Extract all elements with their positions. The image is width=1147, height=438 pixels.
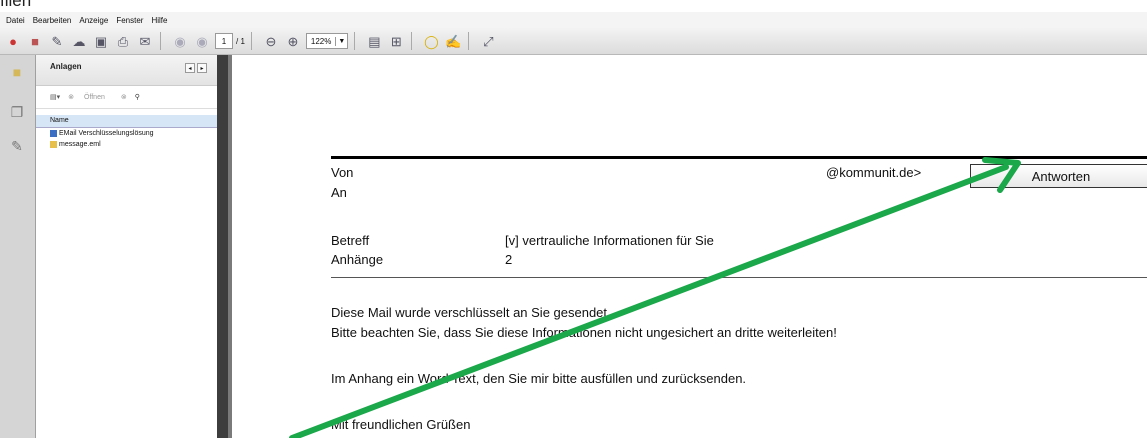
from-value: @kommunit.de> xyxy=(826,165,922,180)
to-label: An xyxy=(331,185,347,200)
zoom-value: 122% xyxy=(307,36,337,46)
fit-width-icon[interactable]: ⊞ xyxy=(387,32,405,50)
toolbar: ● ■ ✎ ☁ ▣ ⎙ ✉ ◉ ◉ 1 / 1 ⊖ ⊕ 122% ▼ ▤ ⊞ ◯… xyxy=(0,28,1147,55)
combine-icon[interactable]: ■ xyxy=(26,32,44,50)
page-total: / 1 xyxy=(236,36,245,46)
document-view: Von @kommunit.de> Antworten An Betreff [… xyxy=(232,55,1147,438)
panel-splitter[interactable] xyxy=(217,55,228,438)
print-icon[interactable]: ⎙ xyxy=(114,32,132,50)
highlight-icon[interactable]: ✍ xyxy=(444,32,462,50)
zoom-out-icon[interactable]: ⊖ xyxy=(262,32,280,50)
column-header-name[interactable]: Name xyxy=(36,115,217,128)
collapse-icon[interactable]: ◂ xyxy=(185,63,195,73)
expand-icon[interactable]: ⤢ xyxy=(479,32,497,50)
list-item[interactable]: message.eml xyxy=(36,139,217,150)
cropped-header-text: filen xyxy=(0,0,32,10)
attachments-panel: Anlagen ◂ ▸ ▤▾ ⊗ Öffnen ⊗ ⚲ Name EMail V… xyxy=(36,55,218,438)
pages-icon[interactable]: ❐ xyxy=(8,103,26,121)
save-icon[interactable]: ▣ xyxy=(92,32,110,50)
panel-title: Anlagen xyxy=(50,62,82,71)
menu-bar: Datei Bearbeiten Anzeige Fenster Hilfe xyxy=(0,12,1147,28)
attachments-label: Anhänge xyxy=(331,252,384,267)
page-number-input[interactable]: 1 xyxy=(215,33,233,49)
zoom-select[interactable]: 122% ▼ xyxy=(305,33,349,49)
toolbar-divider xyxy=(354,32,356,50)
menu-datei[interactable]: Datei xyxy=(6,16,25,25)
subject-value: [v] vertrauliche Informationen für Sie xyxy=(505,233,714,248)
lock-icon[interactable]: ■ xyxy=(8,63,26,81)
attachments-count: 2 xyxy=(505,252,513,267)
toolbar-divider xyxy=(411,32,413,50)
panel-controls: ◂ ▸ xyxy=(183,63,207,73)
file-name: message.eml xyxy=(59,141,101,148)
header-rule xyxy=(331,156,1147,159)
word-file-icon xyxy=(50,130,57,137)
list-item[interactable]: EMail Verschlüsselungslösung xyxy=(36,128,217,139)
save-attachment-icon[interactable]: ⊗ xyxy=(121,93,127,101)
body-rule xyxy=(331,277,1147,278)
paperclip-icon[interactable]: ✎ xyxy=(8,137,26,155)
email-icon[interactable]: ✉ xyxy=(136,32,154,50)
panel-toolbar: ▤▾ ⊗ Öffnen ⊗ ⚲ xyxy=(36,86,217,109)
open-label: Öffnen xyxy=(83,94,105,101)
email-file-icon xyxy=(50,141,57,148)
menu-anzeige[interactable]: Anzeige xyxy=(79,16,108,25)
toolbar-divider xyxy=(250,32,252,50)
chevron-down-icon: ▼ xyxy=(338,37,346,45)
comment-icon[interactable]: ◯ xyxy=(422,32,440,50)
body-line: Im Anhang ein Word Text, den Sie mir bit… xyxy=(331,371,747,386)
navigation-rail: ■ ❐ ✎ xyxy=(0,55,36,438)
from-label: Von xyxy=(331,165,354,180)
subject-label: Betreff xyxy=(331,233,370,248)
options-menu-icon[interactable]: ▤▾ xyxy=(50,93,60,101)
panel-header: Anlagen ◂ ▸ xyxy=(36,55,217,86)
options-icon[interactable]: ▸ xyxy=(197,63,207,73)
previous-page-icon[interactable]: ◉ xyxy=(171,32,189,50)
edit-icon[interactable]: ✎ xyxy=(48,32,66,50)
menu-hilfe[interactable]: Hilfe xyxy=(151,16,167,25)
toolbar-divider xyxy=(160,32,161,50)
body-line: Bitte beachten Sie, dass Sie diese Infor… xyxy=(331,325,837,340)
fit-page-icon[interactable]: ▤ xyxy=(365,32,383,50)
upload-cloud-icon[interactable]: ☁ xyxy=(70,32,88,50)
file-name: EMail Verschlüsselungslösung xyxy=(59,130,154,137)
search-icon[interactable]: ⚲ xyxy=(135,93,140,101)
menu-bearbeiten[interactable]: Bearbeiten xyxy=(33,16,72,25)
body-line: Mit freundlichen Grüßen xyxy=(331,417,471,432)
body-line: Diese Mail wurde verschlüsselt an Sie ge… xyxy=(331,305,611,320)
zoom-in-icon[interactable]: ⊕ xyxy=(284,32,302,50)
open-icon: ⊗ xyxy=(68,94,75,101)
reply-button[interactable]: Antworten xyxy=(970,164,1147,188)
open-attachment-button[interactable]: ⊗ Öffnen xyxy=(68,93,113,101)
create-icon[interactable]: ● xyxy=(4,32,22,50)
toolbar-divider xyxy=(468,32,470,50)
next-page-icon[interactable]: ◉ xyxy=(193,32,211,50)
menu-fenster[interactable]: Fenster xyxy=(116,16,143,25)
